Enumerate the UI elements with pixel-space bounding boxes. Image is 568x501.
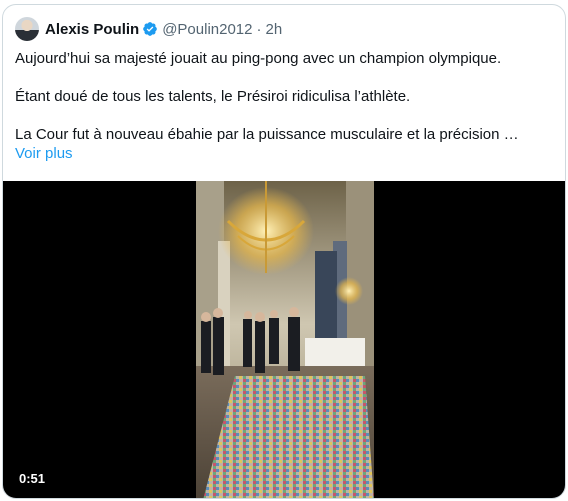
video-still-image <box>196 181 374 498</box>
timestamp[interactable]: 2h <box>266 21 283 38</box>
tweet-card[interactable]: Alexis Poulin @Poulin2012 · 2h Aujourd’h… <box>2 4 566 499</box>
tweet-paragraph-3: La Cour fut à nouveau ébahie par la puis… <box>15 126 519 143</box>
video-duration: 0:51 <box>19 471 46 486</box>
author-name[interactable]: Alexis Poulin <box>45 21 139 38</box>
tweet-paragraph-1: Aujourd’hui sa majesté jouait au ping-po… <box>15 50 502 67</box>
video-player[interactable]: 0:51 <box>3 181 565 498</box>
verified-badge-icon <box>143 22 158 36</box>
author-handle[interactable]: @Poulin2012 <box>162 21 252 38</box>
tweet-text: Aujourd’hui sa majesté jouait au ping-po… <box>15 49 555 163</box>
tweet-paragraph-2: Étant doué de tous les talents, le Prési… <box>15 88 411 105</box>
video-frame <box>196 181 374 498</box>
show-more-link[interactable]: Voir plus <box>15 144 73 163</box>
avatar[interactable] <box>15 17 39 41</box>
separator-dot: · <box>256 20 262 38</box>
tweet-header: Alexis Poulin @Poulin2012 · 2h <box>15 17 282 41</box>
